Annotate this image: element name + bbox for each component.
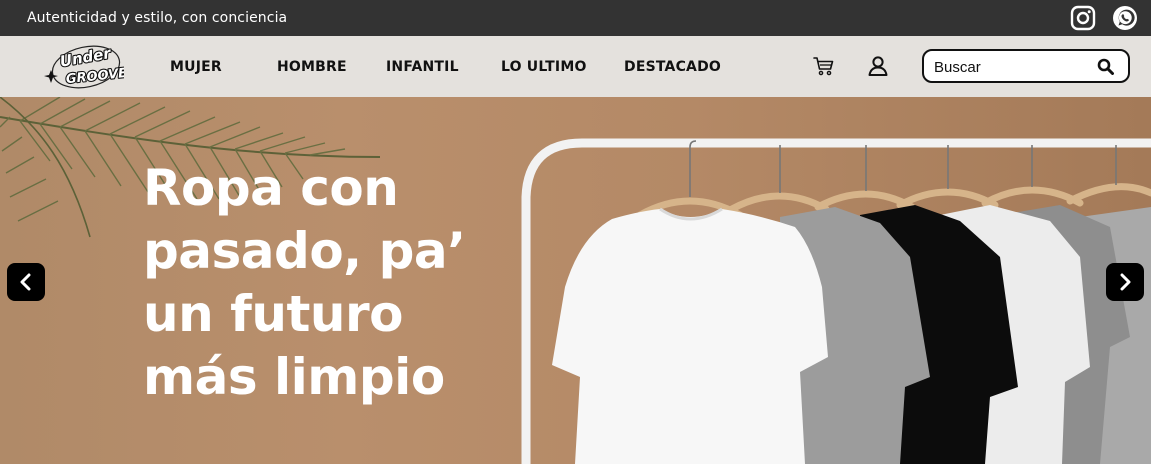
search-input[interactable] — [934, 57, 1094, 77]
instagram-icon[interactable] — [1070, 5, 1096, 31]
carousel-next-button[interactable] — [1106, 263, 1144, 301]
nav-mujer[interactable]: MUJER — [170, 59, 222, 75]
cart-icon[interactable] — [812, 54, 836, 78]
svg-text:Under: Under — [58, 44, 113, 71]
svg-text:GROOVE: GROOVE — [65, 66, 124, 87]
tagline: Autenticidad y estilo, con conciencia — [27, 10, 288, 26]
brand-logo[interactable]: Under GROOVE — [42, 42, 124, 90]
user-icon[interactable] — [866, 54, 890, 78]
chevron-right-icon — [1120, 273, 1131, 291]
nav-destacado[interactable]: DESTACADO — [624, 59, 721, 75]
nav-lo-ultimo[interactable]: LO ULTIMO — [501, 59, 587, 75]
chevron-left-icon — [20, 273, 31, 291]
carousel-prev-button[interactable] — [7, 263, 45, 301]
nav-hombre[interactable]: HOMBRE — [277, 59, 347, 75]
nav-infantil[interactable]: INFANTIL — [386, 59, 459, 75]
announcement-bar: Autenticidad y estilo, con conciencia — [0, 0, 1151, 36]
hero-banner: Ropa con pasado, pa’ un futuro más limpi… — [0, 97, 1151, 464]
whatsapp-icon[interactable] — [1112, 5, 1138, 31]
search-icon[interactable] — [1097, 58, 1114, 75]
hero-headline: Ropa con pasado, pa’ un futuro más limpi… — [143, 159, 466, 406]
search-box — [922, 49, 1130, 83]
main-navigation: Under GROOVE MUJER HOMBRE INFANTIL LO UL… — [0, 36, 1151, 97]
